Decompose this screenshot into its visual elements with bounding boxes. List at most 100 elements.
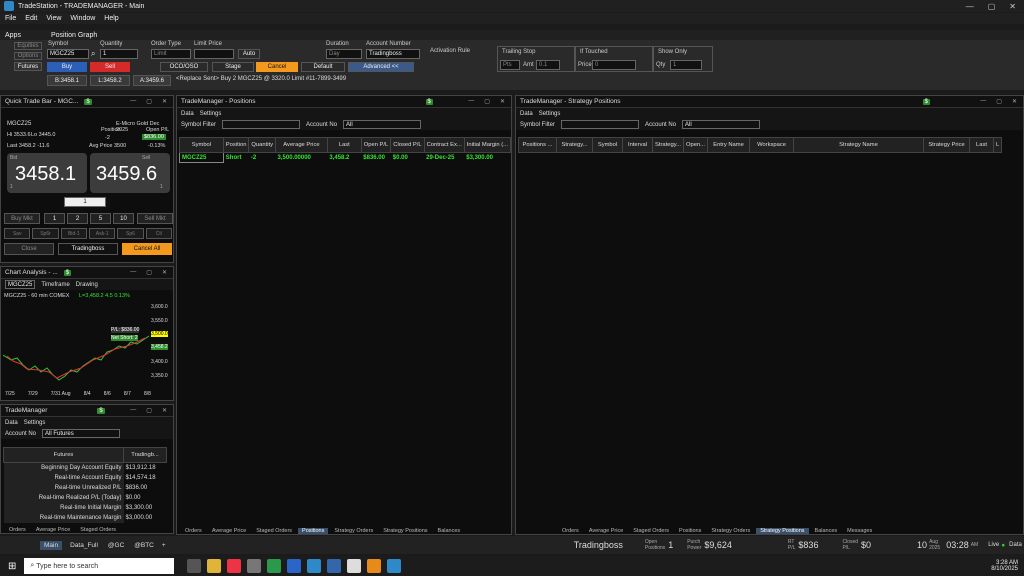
symbol-input[interactable]: MGCZ25 — [47, 49, 89, 59]
close-icon[interactable]: ✕ — [162, 407, 167, 414]
column-header[interactable]: Symbol — [592, 137, 623, 153]
symbol-filter-input[interactable] — [222, 120, 301, 129]
tab-balances[interactable]: Balances — [811, 528, 842, 534]
menu-file[interactable]: File — [5, 15, 16, 22]
if-touched-price-input[interactable]: 0 — [592, 60, 636, 70]
tab-staged-orders[interactable]: Staged Orders — [252, 528, 296, 534]
column-header[interactable]: Open... — [682, 137, 709, 153]
show-only-qty-input[interactable]: 1 — [670, 60, 702, 70]
buy-mkt-button[interactable]: Buy Mkt — [4, 213, 40, 224]
workspace-tab-data-full[interactable]: Data_Full — [70, 542, 98, 549]
menu-window[interactable]: Window — [70, 15, 95, 22]
tab-average-price[interactable]: Average Price — [32, 527, 74, 533]
symbol-filter-input[interactable] — [561, 120, 640, 129]
ctl-button[interactable]: Ctl — [145, 228, 172, 239]
order-type-select[interactable]: Limit — [151, 49, 191, 59]
column-header[interactable]: Contract Ex... — [423, 137, 465, 153]
table-row[interactable]: Real-time Initial Margin $3,300.00 — [3, 502, 167, 513]
dollar-icon[interactable]: $ — [97, 407, 105, 414]
oco-oso-button[interactable]: OCO/OSO — [160, 62, 208, 72]
tab-futures[interactable]: Futures — [14, 62, 42, 71]
bid-quote-button[interactable]: Bid 3458.1 1 — [7, 153, 87, 193]
tab-positions[interactable]: Positions — [675, 528, 705, 534]
chart-symbol-input[interactable]: MGCZ25 — [5, 280, 36, 289]
sublime-icon[interactable] — [367, 559, 382, 573]
column-header[interactable]: L — [993, 137, 1003, 153]
column-header[interactable]: Workspace — [749, 137, 795, 153]
tab-orders[interactable]: Orders — [5, 527, 30, 533]
position-graph-link[interactable]: Position Graph — [51, 32, 97, 39]
column-header[interactable]: Strategy... — [556, 137, 593, 153]
account-no-select[interactable]: All Futures — [42, 429, 121, 438]
quantity-input[interactable]: 1 — [100, 49, 138, 59]
obs-icon[interactable] — [247, 559, 262, 573]
workspace-tab-gc[interactable]: @GC — [108, 542, 124, 549]
tab-strategy-positions[interactable]: Strategy Positions — [756, 527, 809, 534]
close-icon[interactable]: ✕ — [1009, 2, 1016, 11]
tab-staged-orders[interactable]: Staged Orders — [629, 528, 673, 534]
column-header[interactable]: Quantity — [248, 137, 277, 153]
workspace-tab-btc[interactable]: @BTC — [134, 542, 154, 549]
column-header[interactable]: Interval — [622, 137, 653, 153]
tab-equities[interactable]: Equities — [14, 42, 42, 50]
show-only-checkbox[interactable]: Show Only — [658, 49, 687, 55]
brave-icon[interactable] — [227, 559, 242, 573]
amt-input[interactable]: 0.1 — [536, 60, 560, 70]
dollar-icon[interactable]: $ — [425, 98, 433, 105]
close-position-button[interactable]: Close — [4, 243, 54, 255]
tab-strategy-orders[interactable]: Strategy Orders — [707, 528, 754, 534]
minimize-icon[interactable]: — — [468, 98, 474, 105]
search-icon[interactable]: ⌕ — [91, 49, 95, 59]
close-icon[interactable]: ✕ — [1012, 98, 1017, 105]
table-row[interactable]: MGCZ25 Short -2 3,500.00000 3,458.2 $836… — [179, 152, 511, 163]
table-row[interactable]: Real-time Account Equity $14,574.18 — [3, 472, 167, 483]
qty-1-button[interactable]: 1 — [44, 213, 65, 224]
tab-average-price[interactable]: Average Price — [208, 528, 250, 534]
advanced-button[interactable]: Advanced << — [348, 62, 414, 72]
notion-icon[interactable] — [347, 559, 362, 573]
vscode-icon[interactable] — [327, 559, 342, 573]
maximize-icon[interactable]: ▢ — [988, 2, 996, 11]
minimize-icon[interactable]: — — [130, 98, 136, 105]
qtb-account-select[interactable]: Tradingboss — [58, 243, 118, 255]
data-menu[interactable]: Data — [520, 111, 533, 117]
data-menu[interactable]: Data — [181, 111, 194, 117]
sell-mkt-button[interactable]: Sell Mkt — [137, 213, 173, 224]
tab-orders[interactable]: Orders — [558, 528, 583, 534]
close-icon[interactable]: ✕ — [162, 98, 167, 105]
minimize-icon[interactable]: — — [130, 407, 136, 414]
trailing-stop-checkbox[interactable]: Trailing Stop — [502, 49, 535, 55]
buy-button[interactable]: Buy — [47, 62, 87, 72]
sav-button[interactable]: Sav — [4, 228, 31, 239]
column-header[interactable]: Positions ... — [518, 137, 557, 153]
table-row[interactable]: Beginning Day Account Equity $13,912.18 — [3, 462, 167, 473]
duration-select[interactable]: Day — [326, 49, 362, 59]
close-icon[interactable]: ✕ — [162, 269, 167, 276]
qty-2-button[interactable]: 2 — [67, 213, 88, 224]
tab-average-price[interactable]: Average Price — [585, 528, 627, 534]
data-menu[interactable]: Data — [5, 420, 18, 426]
cancel-button[interactable]: Cancel — [256, 62, 298, 72]
column-header[interactable]: Closed P/L — [390, 137, 425, 153]
maximize-icon[interactable]: ▢ — [996, 98, 1002, 105]
file-explorer-icon[interactable] — [207, 559, 222, 573]
chrome-icon[interactable] — [267, 559, 282, 573]
tradestation-icon[interactable] — [307, 559, 322, 573]
account-no-select[interactable]: All — [343, 120, 422, 129]
if-touched-checkbox[interactable]: If Touched — [580, 49, 608, 55]
sell-button[interactable]: Sell — [90, 62, 130, 72]
default-button[interactable]: Default — [301, 62, 345, 72]
taskbar-search[interactable]: ⌕ Type here to search — [24, 558, 175, 574]
sp6r-button[interactable]: Sp6r — [32, 228, 59, 239]
price-chart[interactable] — [3, 300, 173, 400]
workspace-tab-main[interactable]: Main — [40, 540, 63, 550]
tab-staged-orders[interactable]: Staged Orders — [76, 527, 120, 533]
tab-options[interactable]: Options — [14, 52, 42, 60]
tab-strategy-orders[interactable]: Strategy Orders — [330, 528, 377, 534]
column-header[interactable]: Entry Name — [707, 137, 751, 153]
ask-minus-button[interactable]: Ask-1 — [88, 228, 116, 239]
ask-quote-button[interactable]: Sell 3459.6 1 — [90, 153, 170, 193]
table-row[interactable]: Real-time Realized P/L (Today) $0.00 — [3, 492, 167, 503]
tab-balances[interactable]: Balances — [434, 528, 465, 534]
qty-10-button[interactable]: 10 — [113, 213, 134, 224]
